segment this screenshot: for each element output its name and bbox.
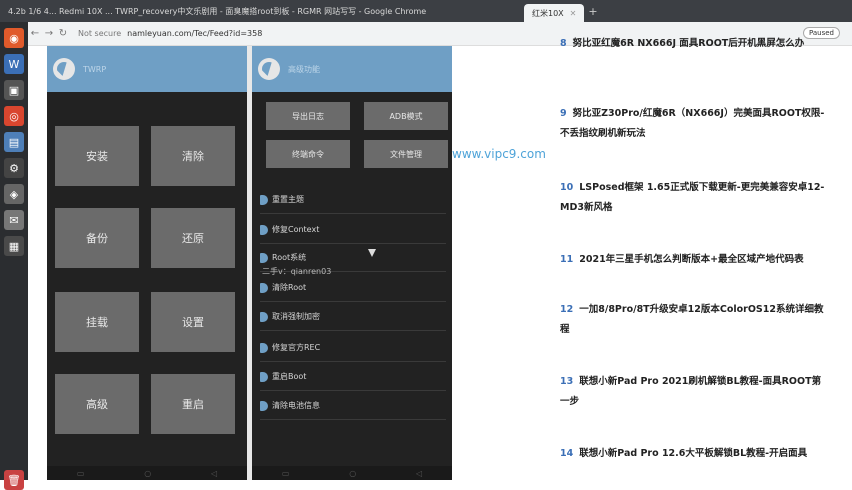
twrp-main-screen: TWRP 安装 清除 备份 还原 挂载 设置 高级 重启 ▭ ○ ◁ <box>47 46 247 480</box>
twrp-logo-icon <box>53 58 75 80</box>
twrp-header: TWRP <box>47 46 247 92</box>
reboot-button[interactable]: 重启 <box>151 374 235 434</box>
menu-item-fix-context[interactable]: 修复Context <box>260 216 446 244</box>
terminal-button[interactable]: 终端命令 <box>266 140 350 168</box>
close-icon[interactable]: ✕ <box>570 9 577 18</box>
window-title: 4.2b 1/6 4... Redmi 10X ... TWRP_recover… <box>8 6 427 16</box>
title-bar: 4.2b 1/6 4... Redmi 10X ... TWRP_recover… <box>0 0 852 22</box>
menu-item-disable-encryption[interactable]: 取消强制加密 <box>260 303 446 331</box>
list-item[interactable]: 12 一加8/8Pro/8T升级安卓12版本ColorOS12系统详细教程 <box>560 300 830 340</box>
reload-icon[interactable]: ↻ <box>56 28 70 39</box>
wipe-button[interactable]: 清除 <box>151 126 235 186</box>
overlay-contact-text: 二手v：qianren03 <box>262 267 332 276</box>
tag-icon <box>260 400 268 411</box>
menu-item-clear-battery[interactable]: 清除电池信息 <box>260 392 446 420</box>
new-tab-icon[interactable]: + <box>588 5 597 18</box>
recents-icon[interactable]: ▭ <box>282 469 290 478</box>
android-navbar: ▭ ○ ◁ <box>252 466 452 480</box>
advanced-title: 高级功能 <box>288 64 320 74</box>
word-icon[interactable]: W <box>4 54 24 74</box>
file-manager-button[interactable]: 文件管理 <box>364 140 448 168</box>
twrp-advanced-header: 高级功能 <box>252 46 452 92</box>
tag-icon <box>260 342 268 353</box>
tab-label: 红米10X <box>532 8 564 18</box>
chrome-icon[interactable]: ◎ <box>4 106 24 126</box>
files-icon[interactable]: ▤ <box>4 132 24 152</box>
settings-icon[interactable]: ⚙ <box>4 158 24 178</box>
list-item[interactable]: 13 联想小新Pad Pro 2021刷机解锁BL教程-面具ROOT第一步 <box>560 372 830 412</box>
terminal-icon[interactable]: ▣ <box>4 80 24 100</box>
tag-icon <box>260 224 268 235</box>
restore-button[interactable]: 还原 <box>151 208 235 268</box>
url-field[interactable]: namleyuan.com/Tec/Feed?id=358 <box>127 29 262 38</box>
tag-icon <box>260 311 268 322</box>
twrp-logo-icon <box>258 58 280 80</box>
tag-icon <box>260 252 268 263</box>
list-item[interactable]: 8 努比亚红魔6R NX666J 面具ROOT后开机黑屏怎么办 <box>560 34 830 54</box>
app-launcher: ◉ W ▣ ◎ ▤ ⚙ ◈ ✉ ▦ 🗑 <box>0 22 28 490</box>
watermark-text: www.vipc9.com <box>452 147 546 161</box>
tag-icon <box>260 282 268 293</box>
mouse-cursor-icon <box>368 249 376 257</box>
back-nav-icon[interactable]: ◁ <box>211 469 217 478</box>
list-item[interactable]: 10 LSPosed框架 1.65正式版下载更新-更完美兼容安卓12-MD3新风格 <box>560 178 830 218</box>
menu-item-clear-root[interactable]: 清除Root <box>260 274 446 302</box>
home-icon[interactable]: ○ <box>349 469 356 478</box>
recents-icon[interactable]: ▭ <box>77 469 85 478</box>
export-log-button[interactable]: 导出日志 <box>266 102 350 130</box>
twrp-advanced-screen: 高级功能 导出日志 ADB模式 终端命令 文件管理 重置主题 修复Context… <box>252 46 452 480</box>
mount-button[interactable]: 挂载 <box>55 292 139 352</box>
android-navbar: ▭ ○ ◁ <box>47 466 247 480</box>
forward-icon[interactable]: → <box>42 28 56 39</box>
list-item[interactable]: 14 联想小新Pad Pro 12.6大平板解锁BL教程-开启面具 <box>560 444 830 464</box>
settings-button[interactable]: 设置 <box>151 292 235 352</box>
app-icon[interactable]: ◈ <box>4 184 24 204</box>
back-icon[interactable]: ← <box>28 28 42 39</box>
tab-active[interactable]: 红米10X ✕ <box>524 4 585 22</box>
adb-mode-button[interactable]: ADB模式 <box>364 102 448 130</box>
security-indicator[interactable]: Not secure <box>78 29 121 38</box>
twrp-title: TWRP <box>83 64 107 74</box>
install-button[interactable]: 安装 <box>55 126 139 186</box>
list-item[interactable]: 11 2021年三星手机怎么判断版本+最全区域产地代码表 <box>560 250 830 270</box>
list-item[interactable]: 9 努比亚Z30Pro/红魔6R（NX666J）完美面具ROOT权限-不丢指纹刷机… <box>560 104 830 144</box>
menu-item-fix-rec[interactable]: 修复官方REC <box>260 334 446 362</box>
ubuntu-icon[interactable]: ◉ <box>4 28 24 48</box>
monitor-icon[interactable]: ▦ <box>4 236 24 256</box>
back-nav-icon[interactable]: ◁ <box>416 469 422 478</box>
advanced-button[interactable]: 高级 <box>55 374 139 434</box>
home-icon[interactable]: ○ <box>144 469 151 478</box>
tag-icon <box>260 371 268 382</box>
mail-icon[interactable]: ✉ <box>4 210 24 230</box>
backup-button[interactable]: 备份 <box>55 208 139 268</box>
menu-item-reset-theme[interactable]: 重置主题 <box>260 186 446 214</box>
menu-item-reboot-boot[interactable]: 重启Boot <box>260 363 446 391</box>
tag-icon <box>260 194 268 205</box>
trash-icon[interactable]: 🗑 <box>4 470 24 490</box>
